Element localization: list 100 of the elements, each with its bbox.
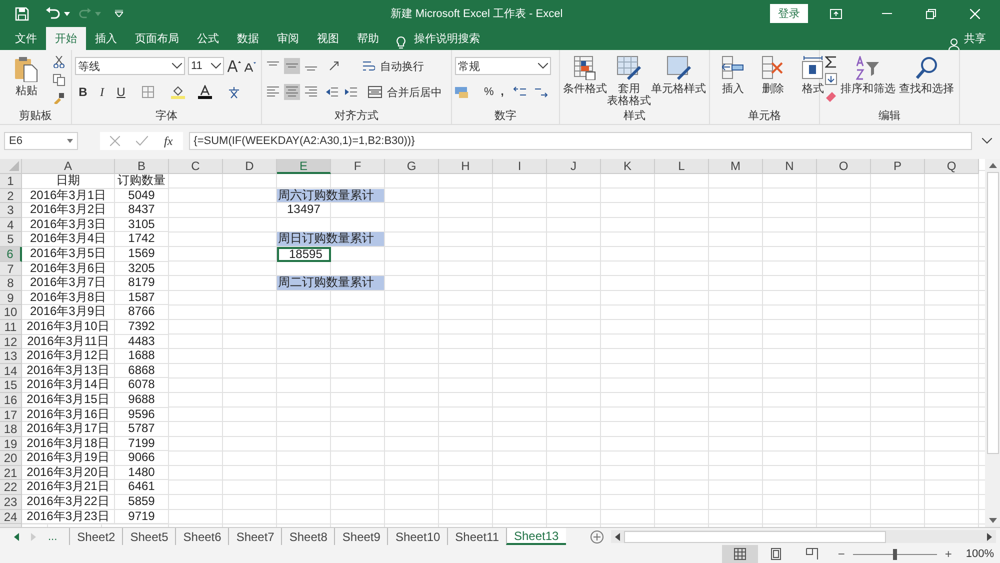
decrease-decimal-icon[interactable] <box>534 86 548 98</box>
dropdown-icon[interactable] <box>538 63 548 69</box>
row-header[interactable]: 14 <box>0 364 22 378</box>
clipboard-icon[interactable] <box>14 56 38 82</box>
autosum-icon[interactable] <box>824 56 837 68</box>
comma-button[interactable]: , <box>498 86 506 98</box>
row-header[interactable]: 6 <box>0 246 22 262</box>
column-header[interactable]: L <box>655 159 709 174</box>
slider-thumb[interactable] <box>892 548 897 560</box>
more-sheets-button[interactable]: ... <box>48 530 58 542</box>
cell-format-icon[interactable] <box>802 56 824 80</box>
ribbon-tab[interactable]: 开始 <box>46 27 86 50</box>
row-header[interactable]: 18 <box>0 422 22 437</box>
column-header[interactable]: B <box>115 159 169 174</box>
column-header[interactable]: A <box>22 159 115 174</box>
bold-button[interactable]: B <box>75 85 91 99</box>
undo-icon[interactable] <box>45 6 61 20</box>
ribbon-tab[interactable]: 数据 <box>228 27 268 50</box>
font-name-field[interactable]: 等线 <box>75 57 185 75</box>
column-header[interactable]: D <box>223 159 277 174</box>
delete-cells-icon[interactable] <box>762 56 784 80</box>
scroll-left-icon[interactable] <box>615 532 620 540</box>
table-format-button[interactable]: 套用 表格格式 <box>607 83 651 107</box>
ribbon-display-icon[interactable] <box>830 8 842 18</box>
wrap-text-icon[interactable] <box>363 60 375 72</box>
name-box[interactable]: E6 <box>4 132 78 150</box>
table-format-icon[interactable] <box>617 56 641 80</box>
column-header[interactable]: P <box>871 159 925 174</box>
percent-button[interactable]: % <box>482 86 496 98</box>
share-button[interactable]: 共享 <box>964 28 986 50</box>
sign-in-button[interactable]: 登录 <box>770 4 808 23</box>
scrollbar-thumb[interactable] <box>624 530 886 542</box>
merge-center-button[interactable]: 合并后居中 <box>385 84 444 100</box>
font-color-icon[interactable] <box>198 85 212 99</box>
row-header[interactable]: 21 <box>0 466 22 480</box>
increase-indent-icon[interactable] <box>345 86 357 98</box>
ribbon-tab[interactable]: 帮助 <box>348 27 388 50</box>
row-header[interactable]: 16 <box>0 392 22 408</box>
row-header[interactable]: 11 <box>0 320 22 335</box>
ribbon-tab[interactable]: 审阅 <box>268 27 308 50</box>
cell-styles-button[interactable]: 单元格样式 <box>651 83 706 95</box>
row-header[interactable]: 4 <box>0 218 22 232</box>
sort-filter-button[interactable]: 排序和筛选 <box>840 83 896 95</box>
row-header[interactable]: 24 <box>0 510 22 524</box>
zoom-slider[interactable] <box>852 548 937 560</box>
normal-view-button[interactable] <box>722 545 758 563</box>
row-header[interactable]: 5 <box>0 232 22 247</box>
border-icon[interactable] <box>142 86 154 98</box>
row-header[interactable]: 23 <box>0 495 22 510</box>
eraser-icon[interactable] <box>824 90 837 102</box>
column-header[interactable]: H <box>439 159 493 174</box>
find-select-button[interactable]: 查找和选择 <box>899 83 954 95</box>
row-header[interactable]: 12 <box>0 334 22 350</box>
row-header[interactable]: 20 <box>0 451 22 466</box>
conditional-format-button[interactable]: 条件格式 <box>563 83 607 95</box>
ribbon-tab[interactable]: 页面布局 <box>126 27 188 50</box>
column-header[interactable]: G <box>385 159 439 174</box>
column-header[interactable]: O <box>817 159 871 174</box>
close-icon[interactable] <box>970 8 980 18</box>
add-sheet-icon[interactable] <box>590 530 604 544</box>
column-header[interactable]: C <box>169 159 223 174</box>
font-size-field[interactable]: 11 <box>188 57 224 75</box>
scroll-down-icon[interactable] <box>988 518 996 523</box>
restore-icon[interactable] <box>926 8 936 18</box>
fill-color-icon[interactable] <box>171 85 185 99</box>
ribbon-tab[interactable]: 文件 <box>6 27 46 50</box>
formula-field[interactable]: {=SUM(IF(WEEKDAY(A2:A30,1)=1,B2:B30))} <box>188 132 972 150</box>
insert-function-button[interactable]: fx <box>164 134 173 148</box>
insert-cells-icon[interactable] <box>722 56 744 80</box>
fill-icon[interactable] <box>824 73 837 85</box>
sheet-tab[interactable]: Sheet13 <box>506 528 566 545</box>
row-header[interactable]: 10 <box>0 305 22 320</box>
copy-icon[interactable] <box>52 74 65 86</box>
italic-button[interactable]: I <box>94 84 110 100</box>
row-header[interactable]: 2 <box>0 188 22 204</box>
previous-sheet-icon[interactable] <box>14 532 19 540</box>
sort-filter-icon[interactable] <box>856 56 880 80</box>
vertical-align-button[interactable] <box>284 58 300 74</box>
zoom-out-button[interactable]: − <box>838 547 845 561</box>
dropdown-icon[interactable] <box>172 63 182 69</box>
scroll-up-icon[interactable] <box>988 163 996 168</box>
caret-icon[interactable] <box>64 12 70 16</box>
row-header[interactable]: 22 <box>0 480 22 496</box>
format-button[interactable]: 格式 <box>802 83 824 95</box>
row-header[interactable]: 13 <box>0 349 22 364</box>
customize-icon[interactable] <box>115 10 123 17</box>
shrink-font-icon[interactable] <box>244 60 256 72</box>
ribbon-tab[interactable]: 公式 <box>188 27 228 50</box>
ribbon-tab[interactable]: 视图 <box>308 27 348 50</box>
row-header[interactable]: 7 <box>0 262 22 276</box>
insert-button[interactable]: 插入 <box>722 83 744 95</box>
save-icon[interactable] <box>15 6 29 20</box>
column-header[interactable]: I <box>493 159 547 174</box>
paste-button[interactable]: 粘贴 <box>15 85 38 97</box>
merge-center-icon[interactable] <box>368 86 382 98</box>
row-header[interactable]: 19 <box>0 436 22 452</box>
cell-styles-icon[interactable] <box>666 56 690 80</box>
delete-button[interactable]: 删除 <box>762 83 784 95</box>
decrease-indent-icon[interactable] <box>326 86 338 98</box>
dropdown-icon[interactable] <box>211 63 221 69</box>
